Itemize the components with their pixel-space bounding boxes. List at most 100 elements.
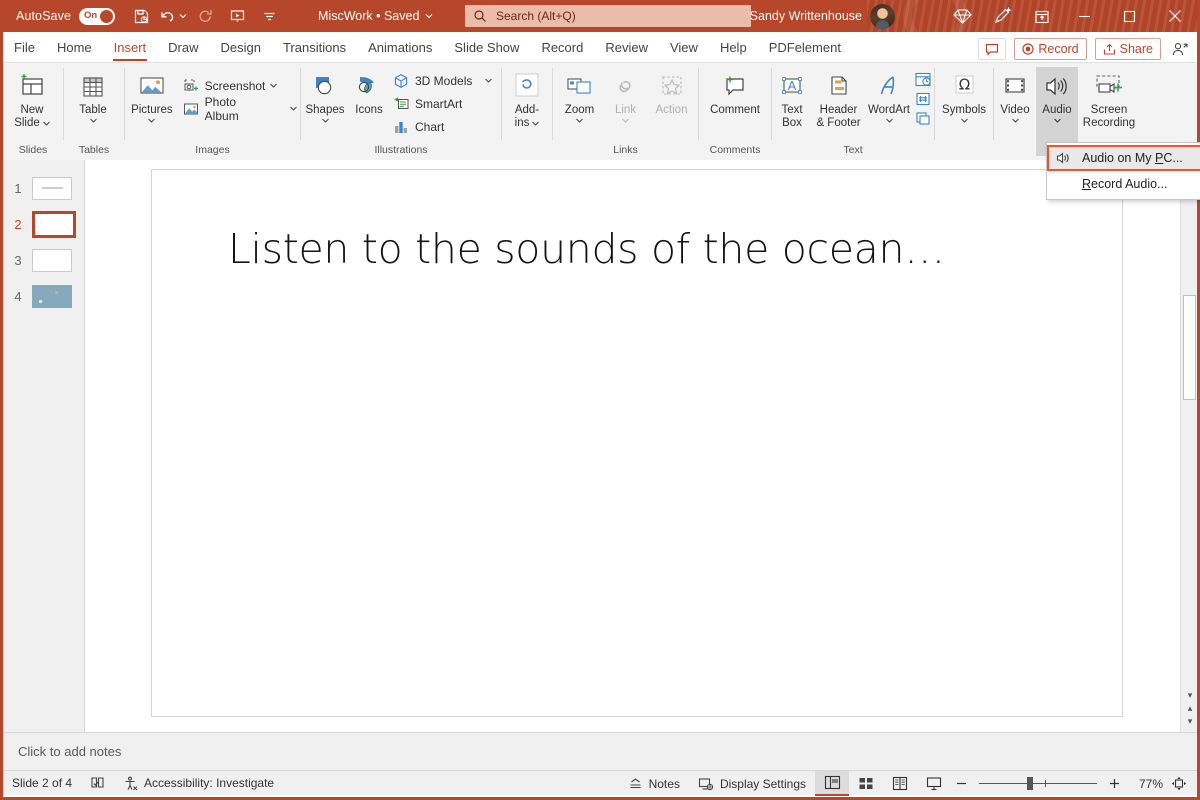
action-button: Action xyxy=(648,67,696,117)
thumbnail-preview-selected[interactable] xyxy=(32,210,76,238)
thumbnail-preview[interactable] xyxy=(32,176,72,200)
shapes-button[interactable]: Shapes xyxy=(301,67,349,123)
notes-pane[interactable]: Click to add notes xyxy=(3,732,1197,770)
zoom-level[interactable]: 77% xyxy=(1125,777,1163,791)
fit-slide-to-window-button[interactable] xyxy=(1163,771,1193,796)
notes-button[interactable]: Notes xyxy=(619,771,689,796)
tab-home[interactable]: Home xyxy=(46,34,103,62)
start-presentation-icon[interactable] xyxy=(223,3,251,29)
diamond-icon[interactable] xyxy=(942,0,982,32)
slide-sorter-button[interactable] xyxy=(849,771,883,796)
redo-icon[interactable] xyxy=(191,3,219,29)
menu-item-audio-on-my-pc[interactable]: Audio on My PC... xyxy=(1047,145,1200,171)
scrollbar-buttons[interactable]: ▾ ▴ ▾ xyxy=(1184,689,1196,728)
text-box-button[interactable]: A Text Box xyxy=(772,67,812,130)
chart-button[interactable]: Chart xyxy=(389,115,495,138)
comments-button[interactable] xyxy=(978,38,1007,60)
date-time-icon[interactable] xyxy=(913,70,933,89)
add-ins-button[interactable]: Add- ins xyxy=(504,67,550,130)
designer-pen-icon[interactable] xyxy=(982,0,1022,32)
avatar[interactable] xyxy=(870,4,895,29)
vertical-scrollbar[interactable]: ▾ ▴ ▾ xyxy=(1180,160,1197,732)
ribbon-group-label-illustrations: Illustrations xyxy=(374,144,428,156)
previous-slide-icon[interactable]: ▴ xyxy=(1184,702,1196,715)
zoom-in-button[interactable] xyxy=(1104,771,1125,796)
chart-label: Chart xyxy=(415,119,445,134)
reading-view-button[interactable] xyxy=(883,771,917,796)
photo-album-button[interactable]: Photo Album xyxy=(179,95,300,123)
thumbnail-item-2[interactable]: 2 xyxy=(3,206,84,242)
table-button[interactable]: Table xyxy=(64,67,122,123)
close-button[interactable] xyxy=(1152,0,1197,32)
tab-draw[interactable]: Draw xyxy=(157,34,209,62)
slide-editing-area[interactable]: Listen to the sounds of the ocean… ▾ ▴ ▾ xyxy=(85,160,1197,732)
accessibility-status[interactable]: Accessibility: Investigate xyxy=(114,771,283,796)
document-name[interactable]: MiscWork • Saved xyxy=(318,9,433,23)
screen-recording-button[interactable]: Screen Recording xyxy=(1078,67,1140,130)
scroll-down-icon[interactable]: ▾ xyxy=(1184,689,1196,702)
display-settings-label: Display Settings xyxy=(719,776,806,791)
tab-slide-show[interactable]: Slide Show xyxy=(443,34,530,62)
tab-file[interactable]: File xyxy=(3,34,46,62)
pictures-button[interactable]: Pictures xyxy=(125,67,179,123)
chevron-down-icon xyxy=(321,118,329,123)
3d-models-button[interactable]: 3D Models xyxy=(389,69,495,92)
zoom-slider-handle[interactable] xyxy=(1027,777,1033,790)
zoom-icon xyxy=(564,70,596,104)
next-slide-icon[interactable]: ▾ xyxy=(1184,715,1196,728)
scrollbar-thumb[interactable] xyxy=(1183,295,1196,400)
smartart-button[interactable]: SmartArt xyxy=(389,92,495,115)
slide-indicator[interactable]: Slide 2 of 4 xyxy=(3,771,81,796)
tab-record[interactable]: Record xyxy=(530,34,594,62)
wordart-button[interactable]: WordArt xyxy=(865,67,913,123)
language-book-icon[interactable] xyxy=(81,771,114,796)
menu-item-record-audio[interactable]: Record Audio... xyxy=(1047,171,1200,197)
user-share-icon[interactable] xyxy=(1169,38,1191,60)
tab-animations[interactable]: Animations xyxy=(357,34,443,62)
notes-placeholder[interactable]: Click to add notes xyxy=(18,744,121,759)
header-footer-label-1: Header xyxy=(819,104,858,116)
display-settings-button[interactable]: Display Settings xyxy=(689,771,815,796)
tab-view[interactable]: View xyxy=(659,34,709,62)
slideshow-button[interactable] xyxy=(917,771,951,796)
save-icon[interactable] xyxy=(127,3,155,29)
video-button[interactable]: Video xyxy=(994,67,1036,123)
tab-pdfelement[interactable]: PDFelement xyxy=(758,34,852,62)
tab-design[interactable]: Design xyxy=(210,34,272,62)
minimize-button[interactable] xyxy=(1062,0,1107,32)
object-icon[interactable] xyxy=(913,110,933,127)
tab-transitions[interactable]: Transitions xyxy=(272,34,357,62)
tab-help[interactable]: Help xyxy=(709,34,758,62)
share-button[interactable]: Share xyxy=(1094,38,1161,60)
ribbon-display-options-icon[interactable] xyxy=(1022,0,1062,32)
zoom-slider[interactable] xyxy=(979,777,1097,790)
thumbnail-preview[interactable] xyxy=(32,284,72,308)
tab-insert[interactable]: Insert xyxy=(103,34,158,62)
slide-title-text[interactable]: Listen to the sounds of the ocean… xyxy=(228,225,945,273)
slide-canvas[interactable]: Listen to the sounds of the ocean… xyxy=(151,169,1123,717)
maximize-button[interactable] xyxy=(1107,0,1152,32)
tab-review[interactable]: Review xyxy=(594,34,659,62)
thumbnail-preview[interactable] xyxy=(32,248,72,272)
normal-view-button[interactable] xyxy=(815,771,849,796)
slide-number-icon[interactable] xyxy=(913,91,933,108)
zoom-out-button[interactable] xyxy=(951,771,972,796)
record-button-label: Record xyxy=(1038,42,1079,56)
icons-button[interactable]: Icons xyxy=(349,67,389,117)
header-footer-button[interactable]: Header & Footer xyxy=(812,67,865,130)
status-bar-right: Notes Display Settings 77% xyxy=(619,771,1193,796)
record-button[interactable]: Record xyxy=(1014,38,1087,60)
undo-icon[interactable] xyxy=(159,3,187,29)
slide-thumbnail-pane[interactable]: 1 2 3 4 xyxy=(3,160,85,732)
thumbnail-item-1[interactable]: 1 xyxy=(3,170,84,206)
autosave-toggle[interactable]: On xyxy=(79,7,116,25)
new-slide-button[interactable]: New Slide xyxy=(3,67,61,130)
thumbnail-item-3[interactable]: 3 xyxy=(3,242,84,278)
ribbon-group-text: A Text Box Header & Footer WordArt Text xyxy=(772,63,934,160)
zoom-button[interactable]: Zoom xyxy=(556,67,604,123)
search-input[interactable]: Search (Alt+Q) xyxy=(465,5,751,27)
thumbnail-item-4[interactable]: 4 xyxy=(3,278,84,314)
customize-quick-access-icon[interactable] xyxy=(255,3,283,29)
comment-button[interactable]: Comment xyxy=(701,67,769,117)
symbols-button[interactable]: Ω Symbols xyxy=(936,67,992,123)
